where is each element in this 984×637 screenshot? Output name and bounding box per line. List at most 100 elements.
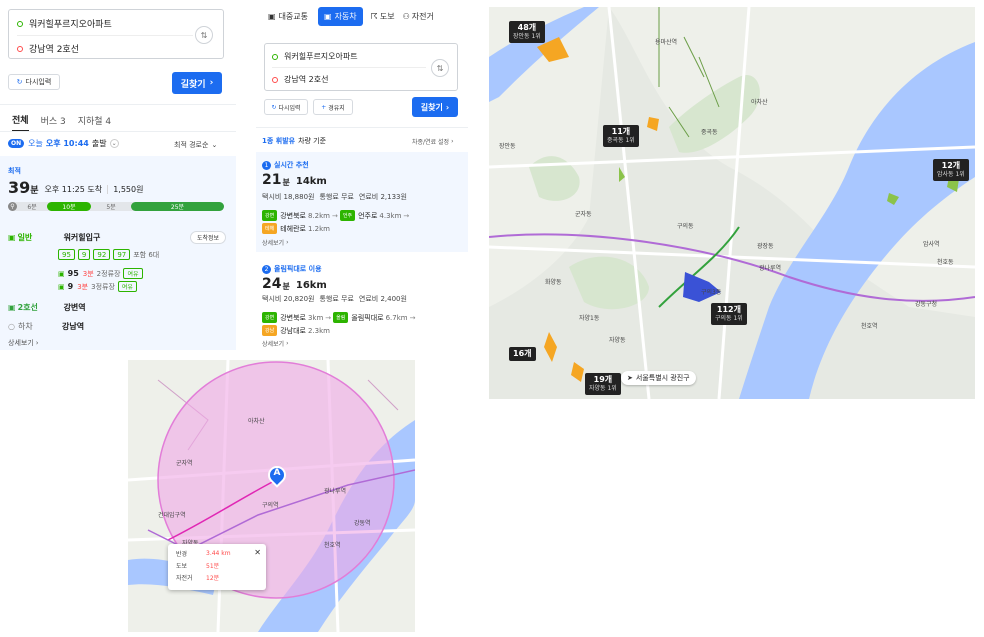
bus-number-tag[interactable]: 92 xyxy=(93,249,111,260)
mode-tab-bike[interactable]: ⚇ 자전거 xyxy=(399,7,438,26)
destination-dot-icon xyxy=(17,45,23,52)
bus-95-arrival: ▣ 95 3분 2정류장 여유 xyxy=(58,268,146,279)
swap-icon[interactable]: ⇅ xyxy=(195,26,213,44)
reset-button[interactable]: ↻ 다시입력 xyxy=(8,74,60,90)
route2-summary: 24 분 16km xyxy=(262,276,327,292)
arrival-info-button[interactable]: 도착정보 xyxy=(190,231,226,244)
divider xyxy=(256,127,468,128)
district-marker[interactable]: 11개 중곡동 1위 xyxy=(603,125,639,147)
bus-number-tag[interactable]: 97 xyxy=(113,249,131,260)
region-chip[interactable]: ➤ 서울특별시 광진구 xyxy=(621,371,696,385)
route1-road3-km: 1.2km xyxy=(307,224,330,233)
route1-road2: 언주로 xyxy=(358,211,378,220)
radius-info-popup: 반경 3.44 km 도보 51분 자전거 12분 ✕ xyxy=(168,544,266,590)
bus-9-stops: 3정류장 xyxy=(91,282,115,291)
route2-road2-km: 6.7km xyxy=(385,313,408,322)
route-input-box: 워커힐푸르지오아파트 강남역 2호선 ⇅ xyxy=(264,43,458,91)
road-tag: 올림 xyxy=(333,312,349,323)
arrival-info-label: 도착정보 xyxy=(196,235,220,242)
district-marker[interactable]: 16개 xyxy=(509,347,536,361)
search-button[interactable]: 길찾기 › xyxy=(172,72,222,94)
transit-route-panel: 워커힐푸르지오아파트 강남역 2호선 ⇅ ↻ 다시입력 길찾기 › 전체 버스 … xyxy=(0,0,236,352)
route1-taxi: 택시비 18,880원 xyxy=(262,193,315,201)
depart-time-row[interactable]: ON 오늘 오후 10:44 출발 ⌄ xyxy=(8,138,119,149)
bike-icon: ⚇ xyxy=(402,12,410,21)
route1-toll: 통행료 무료 xyxy=(319,193,354,201)
route2-minutes: 24 xyxy=(262,276,282,292)
route2-road3: 강남대로 xyxy=(280,326,306,335)
reset-button[interactable]: ↻ 다시입력 xyxy=(264,99,308,115)
tab-all[interactable]: 전체 xyxy=(12,113,29,132)
chevron-right-icon: › xyxy=(286,340,289,347)
bus-number-tag[interactable]: 95 xyxy=(58,249,75,260)
walk-icon: ☈ xyxy=(370,12,378,21)
pin-a[interactable]: A xyxy=(264,462,290,488)
vehicle-setting-link[interactable]: 차종/연료 설정 › xyxy=(412,137,453,146)
mode-tabs: ▣ 대중교통 ▣ 자동차 ☈ 도보 ⚇ 자전거 xyxy=(262,7,438,26)
vehicle-class: 1종 휘발유 xyxy=(262,137,296,145)
bus-stop-name: 워커힐입구 xyxy=(63,233,101,242)
place-label: 용마산역 xyxy=(655,39,678,46)
route2-detail-link[interactable]: 상세보기 › xyxy=(262,339,289,348)
destination-field[interactable]: 강남역 2호선 xyxy=(17,42,79,55)
destination-text: 강남역 2호선 xyxy=(29,45,79,55)
mode-tab-walk[interactable]: ☈ 도보 xyxy=(367,7,399,26)
add-waypoint-button[interactable]: + 경유지 xyxy=(313,99,353,115)
bus-step: ▣ 일반 워커힐입구 xyxy=(8,232,100,243)
tab-subway[interactable]: 지하철 4 xyxy=(78,114,111,131)
origin-field[interactable]: 워커힐푸르지오아파트 xyxy=(272,51,358,62)
mode-tab-transit[interactable]: ▣ 대중교통 xyxy=(262,7,314,26)
road-tag: 언주 xyxy=(339,210,356,221)
bus-number-tag[interactable]: 9 xyxy=(77,249,91,260)
marker-count: 19개 xyxy=(593,375,613,384)
district-marker[interactable]: 12개 암사동 1위 xyxy=(933,159,969,181)
district-map-canvas xyxy=(489,7,975,399)
bus-type: 일반 xyxy=(17,233,33,242)
district-marker[interactable]: 112개 구의동 1위 xyxy=(711,303,747,325)
duration-unit: 분 xyxy=(30,186,39,196)
place-label: 장안동 xyxy=(499,143,516,150)
segment-bar: ⚲ 6분 10분 5분 25분 xyxy=(8,202,224,211)
duration-number: 39 xyxy=(8,178,31,197)
place-label: 강동구청 xyxy=(915,301,938,308)
destination-field[interactable]: 강남역 2호선 xyxy=(272,74,328,85)
place-label: 암사역 xyxy=(923,241,940,248)
route-input-box: 워커힐푸르지오아파트 강남역 2호선 ⇅ xyxy=(8,9,224,59)
walk-row: 도보 51분 xyxy=(176,561,258,570)
duration-row: 39 분 오후 11:25 도착 | 1,550원 xyxy=(8,178,143,197)
arrival-time: 오후 11:25 도착 xyxy=(44,185,103,194)
number-2-icon: 2 xyxy=(262,264,271,274)
route-card-2[interactable]: 2 올림픽대로 이용 24 분 16km 택시비 20,820원 통행료 무료 … xyxy=(256,256,468,352)
marker-rank: 장안동 1위 xyxy=(513,33,541,40)
bike-value: 12분 xyxy=(206,575,220,582)
region-label: 서울특별시 광진구 xyxy=(635,374,690,382)
sort-select[interactable]: 최적 경로순 ⌄ xyxy=(174,140,217,150)
close-icon[interactable]: ✕ xyxy=(254,548,261,557)
route2-roads: 강변 강변북로 3km → 올림 올림픽대로 6.7km → xyxy=(262,312,415,323)
route1-detail-link[interactable]: 상세보기 › xyxy=(262,238,289,247)
tab-bus[interactable]: 버스 3 xyxy=(41,114,66,131)
bike-label: 자전거 xyxy=(176,575,193,582)
district-map[interactable]: 48개 장안동 1위 11개 중곡동 1위 12개 암사동 1위 112개 구의… xyxy=(489,7,975,399)
bus-icon: ▣ xyxy=(58,282,65,291)
divider xyxy=(0,131,236,132)
route-card-1[interactable]: 1 실시간 추천 21 분 14km 택시비 18,880원 통행료 무료 연료… xyxy=(256,152,468,252)
bus-number-list: 95 9 92 97 포함 6대 xyxy=(58,249,159,260)
district-marker[interactable]: 19개 자양동 1위 xyxy=(585,373,621,395)
route1-summary: 21 분 14km xyxy=(262,172,327,188)
place-label: 군자역 xyxy=(176,460,193,467)
depart-time: 오후 10:44 xyxy=(45,139,89,148)
chevron-right-icon: › xyxy=(209,78,214,88)
best-route-card[interactable]: 최적 39 분 오후 11:25 도착 | 1,550원 ⚲ 6분 10분 5분… xyxy=(0,156,236,350)
radius-label: 반경 xyxy=(176,551,188,558)
segment-walk1: 6분 xyxy=(27,204,37,211)
search-button[interactable]: 길찾기 › xyxy=(412,97,458,117)
origin-field[interactable]: 워커힐푸르지오아파트 xyxy=(17,17,112,30)
divider xyxy=(0,104,236,105)
mode-tab-car[interactable]: ▣ 자동차 xyxy=(318,7,363,26)
detail-link[interactable]: 상세보기 › xyxy=(8,338,39,348)
district-marker[interactable]: 48개 장안동 1위 xyxy=(509,21,545,43)
swap-icon[interactable]: ⇅ xyxy=(431,59,449,77)
radius-map[interactable]: A 아차산 구의역 광나루역 천호역 강동역 건대입구역 자양동 군자역 반경 … xyxy=(128,360,415,632)
origin-text: 워커힐푸르지오아파트 xyxy=(284,52,358,61)
